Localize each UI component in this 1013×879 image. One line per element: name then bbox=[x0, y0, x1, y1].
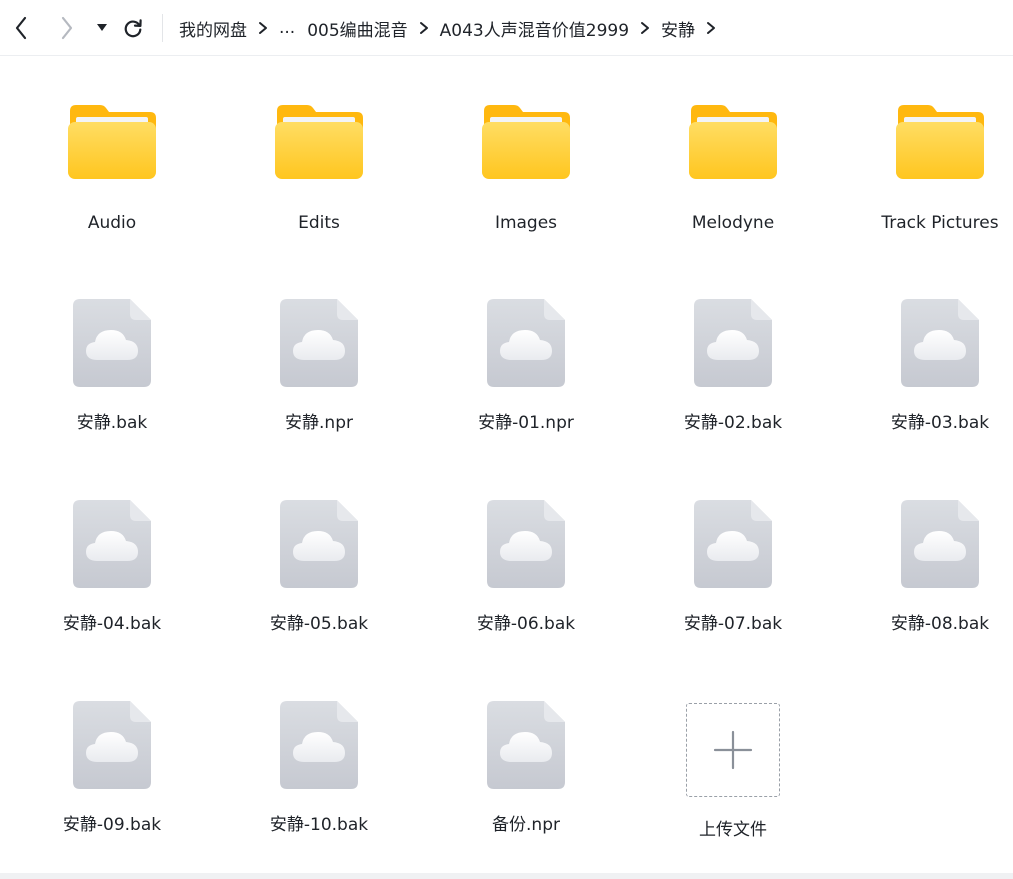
file-item[interactable]: 安静-06.bak bbox=[441, 460, 611, 640]
folder-icon bbox=[275, 105, 363, 179]
cloud-file-icon bbox=[487, 500, 565, 588]
folder-item[interactable]: Melodyne bbox=[648, 57, 818, 237]
breadcrumb-item-root[interactable]: 我的网盘 bbox=[179, 16, 247, 41]
cloud-file-icon bbox=[280, 701, 358, 789]
file-item[interactable]: 安静-07.bak bbox=[648, 460, 818, 640]
file-name: 安静-02.bak bbox=[683, 413, 783, 433]
breadcrumb-item-current[interactable]: 安静 bbox=[661, 16, 695, 41]
file-item[interactable]: 安静-03.bak bbox=[855, 259, 1013, 439]
cloud-file-icon bbox=[901, 299, 979, 387]
cloud-file-icon bbox=[73, 500, 151, 588]
file-item[interactable]: 安静-01.npr bbox=[441, 259, 611, 439]
upload-file-button[interactable]: 上传文件 bbox=[648, 661, 818, 841]
breadcrumb-item-a043[interactable]: A043人声混音价值2999 bbox=[440, 16, 629, 41]
file-item[interactable]: 安静-04.bak bbox=[27, 460, 197, 640]
refresh-button[interactable] bbox=[120, 14, 146, 42]
file-name: 安静.bak bbox=[76, 413, 148, 433]
folder-icon bbox=[482, 105, 570, 179]
file-name: 安静-07.bak bbox=[683, 614, 783, 634]
breadcrumb-item-005[interactable]: 005编曲混音 bbox=[307, 16, 407, 41]
file-name: 备份.npr bbox=[492, 815, 560, 835]
folder-item[interactable]: Images bbox=[441, 57, 611, 237]
toolbar: 我的网盘 ... 005编曲混音 A043人声混音价值2999 安静 bbox=[0, 0, 1013, 56]
upload-box[interactable] bbox=[686, 703, 780, 797]
file-item[interactable]: 安静-10.bak bbox=[234, 661, 404, 841]
folder-name: Audio bbox=[87, 213, 137, 233]
chevron-right-icon bbox=[700, 18, 722, 38]
file-name: 安静-10.bak bbox=[269, 815, 369, 835]
cloud-file-icon bbox=[280, 500, 358, 588]
file-item[interactable]: 安静.bak bbox=[27, 259, 197, 439]
cloud-file-icon bbox=[901, 500, 979, 588]
file-item[interactable]: 备份.npr bbox=[441, 661, 611, 841]
cloud-file-icon bbox=[487, 299, 565, 387]
caret-down-icon bbox=[97, 24, 107, 31]
chevron-right-icon bbox=[252, 18, 274, 38]
forward-button[interactable] bbox=[54, 14, 80, 42]
chevron-left-icon bbox=[15, 16, 27, 40]
folder-item[interactable]: Audio bbox=[27, 57, 197, 237]
upload-label: 上传文件 bbox=[699, 820, 767, 840]
breadcrumb: 我的网盘 ... 005编曲混音 A043人声混音价值2999 安静 bbox=[179, 0, 727, 56]
folder-item[interactable]: Track Pictures bbox=[855, 57, 1013, 237]
folder-name: Images bbox=[494, 213, 558, 233]
file-item[interactable]: 安静-05.bak bbox=[234, 460, 404, 640]
back-button[interactable] bbox=[8, 14, 34, 42]
refresh-icon bbox=[124, 19, 142, 38]
folder-icon bbox=[68, 105, 156, 179]
folder-name: Edits bbox=[298, 213, 340, 233]
chevron-right-icon bbox=[413, 18, 435, 38]
file-name: 安静-03.bak bbox=[890, 413, 990, 433]
cloud-file-icon bbox=[694, 299, 772, 387]
file-item[interactable]: 安静.npr bbox=[234, 259, 404, 439]
folder-name: Melodyne bbox=[691, 213, 775, 233]
folder-item[interactable]: Edits bbox=[234, 57, 404, 237]
file-name: 安静-01.npr bbox=[478, 413, 574, 433]
cloud-file-icon bbox=[280, 299, 358, 387]
file-name: 安静.npr bbox=[285, 413, 353, 433]
folder-name: Track Pictures bbox=[881, 213, 999, 233]
history-dropdown-button[interactable] bbox=[93, 18, 111, 38]
file-name: 安静-04.bak bbox=[62, 614, 162, 634]
cloud-file-icon bbox=[73, 299, 151, 387]
file-name: 安静-06.bak bbox=[476, 614, 576, 634]
cloud-file-icon bbox=[73, 701, 151, 789]
folder-icon bbox=[896, 105, 984, 179]
cloud-file-icon bbox=[694, 500, 772, 588]
file-item[interactable]: 安静-02.bak bbox=[648, 259, 818, 439]
breadcrumb-item-ellipsis[interactable]: ... bbox=[279, 18, 295, 38]
bottom-border bbox=[0, 873, 1013, 879]
file-item[interactable]: 安静-08.bak bbox=[855, 460, 1013, 640]
file-name: 安静-08.bak bbox=[890, 614, 990, 634]
chevron-right-icon bbox=[61, 16, 73, 40]
file-name: 安静-09.bak bbox=[62, 815, 162, 835]
chevron-right-icon bbox=[634, 18, 656, 38]
cloud-file-icon bbox=[487, 701, 565, 789]
file-item[interactable]: 安静-09.bak bbox=[27, 661, 197, 841]
folder-icon bbox=[689, 105, 777, 179]
toolbar-divider bbox=[162, 14, 163, 42]
plus-icon bbox=[713, 730, 753, 770]
file-name: 安静-05.bak bbox=[269, 614, 369, 634]
